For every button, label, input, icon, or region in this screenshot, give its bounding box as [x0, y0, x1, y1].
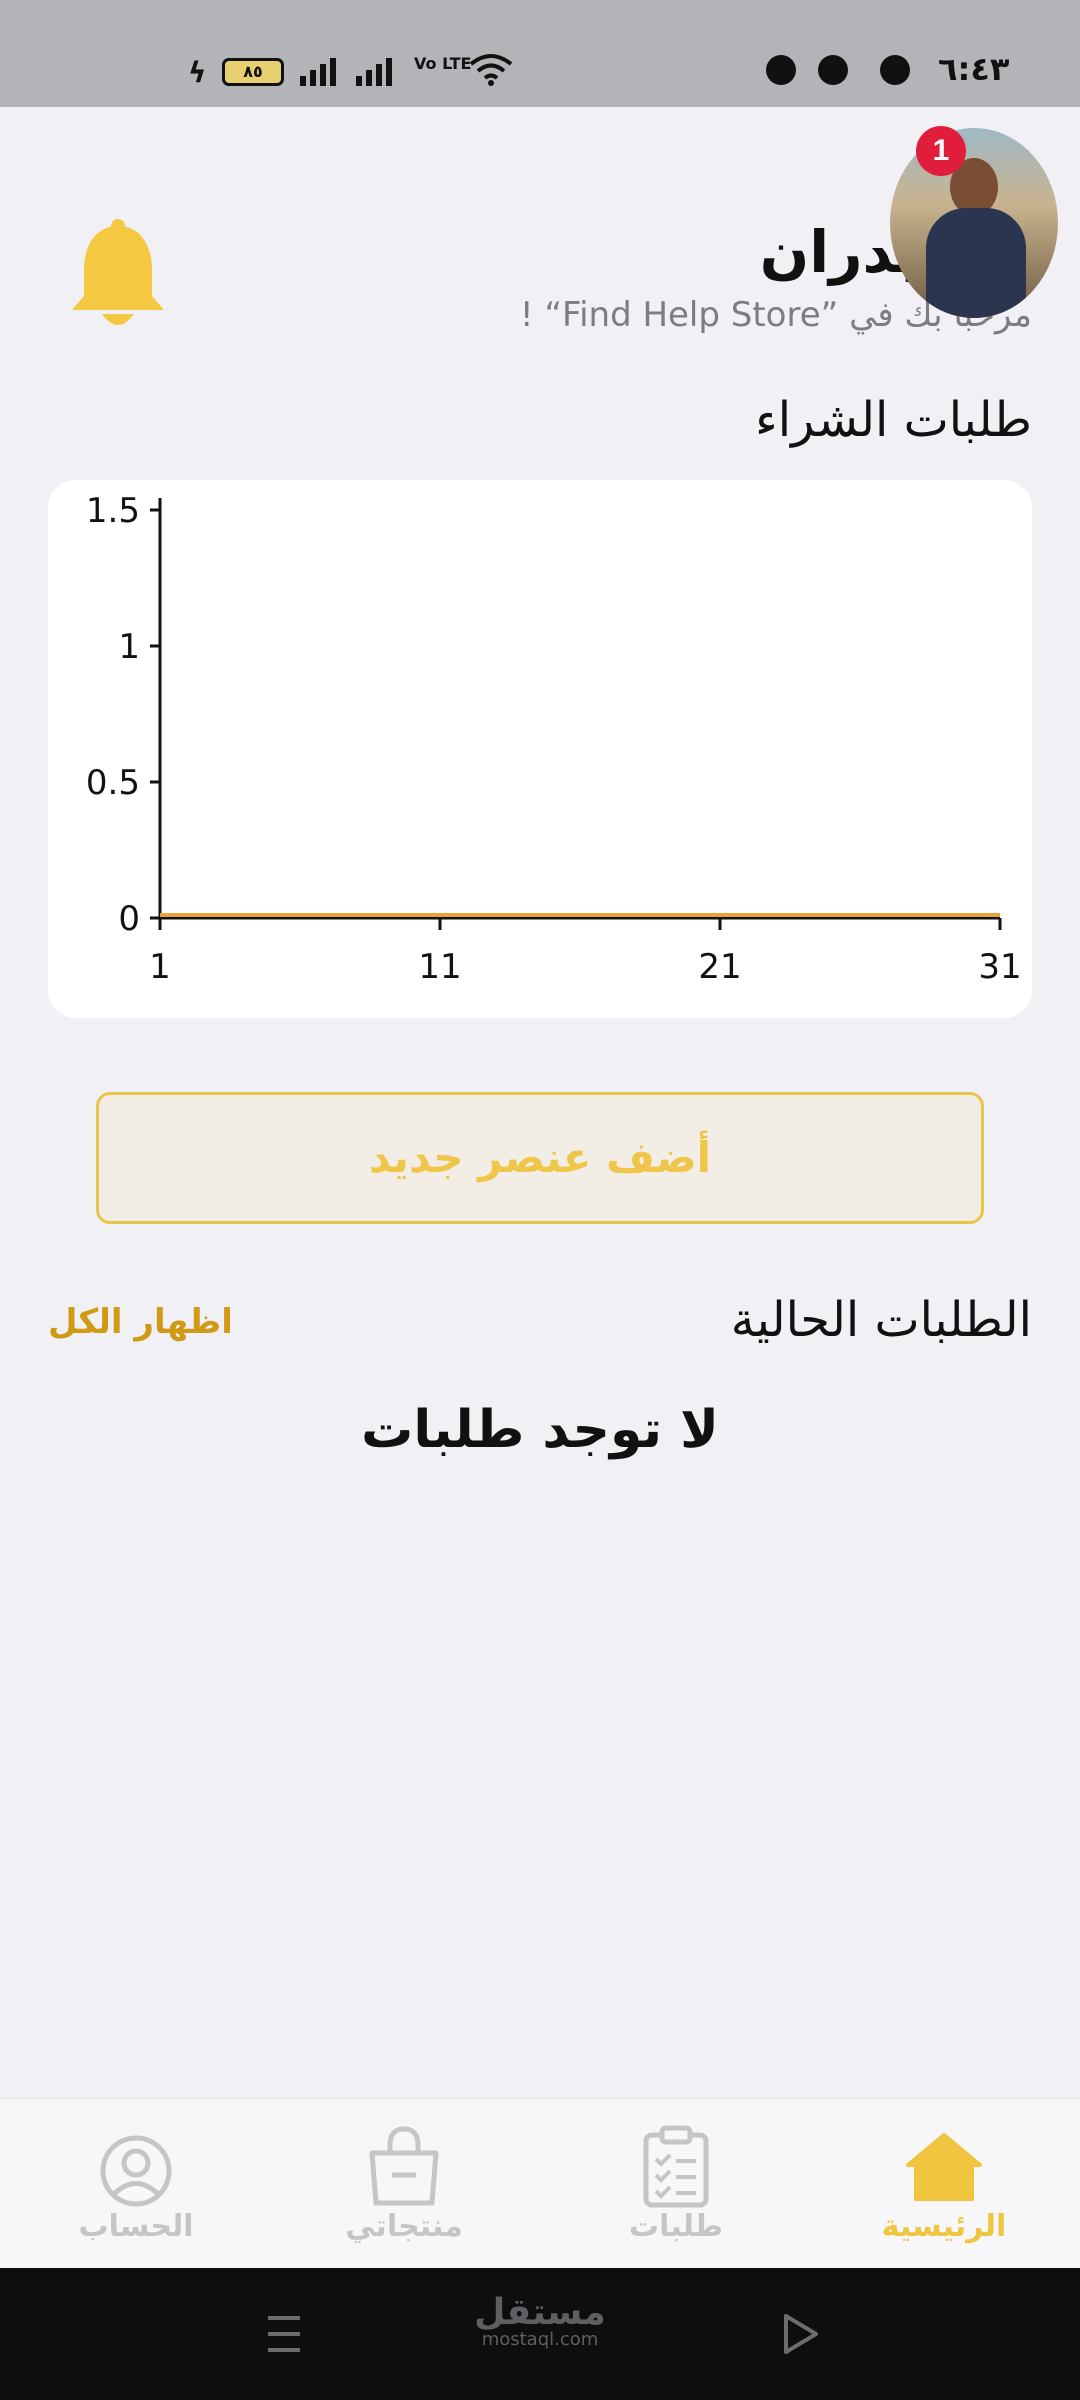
account-icon	[100, 2135, 172, 2207]
y-tick-label: 0	[118, 899, 140, 939]
back-icon[interactable]	[780, 2312, 820, 2356]
messenger-icon	[818, 55, 848, 85]
signal-icon	[356, 58, 392, 86]
bottom-nav: الرئيسية طلبات منتجاتي الحساب	[0, 2098, 1080, 2268]
clipboard-icon	[643, 2125, 709, 2208]
current-orders-title: الطلبات الحالية	[730, 1292, 1032, 1348]
avatar-photo	[890, 128, 1058, 318]
purchase-chart: 00.511.51 11 21 31	[86, 491, 1022, 987]
watermark-text: مستقل	[474, 2292, 606, 2333]
nav-home[interactable]: الرئيسية	[824, 2099, 1064, 2269]
add-new-item-button[interactable]: أضف عنصر جديد	[96, 1092, 984, 1224]
x-tick-label: 11	[418, 947, 461, 987]
nav-home-label: الرئيسية	[881, 2209, 1007, 2244]
y-tick-label: 1.5	[86, 491, 140, 531]
x-tick-label: 31	[978, 947, 1021, 987]
battery-icon: ٨٥	[222, 58, 284, 86]
notification-badge: 1	[916, 126, 966, 176]
mostaql-watermark: مستقل mostaql.com	[470, 2292, 610, 2350]
bell-icon[interactable]	[66, 218, 170, 334]
no-orders-text: لا توجد طلبات	[361, 1400, 719, 1460]
shopping-bag-icon	[369, 2126, 439, 2206]
watermark-subtext: mostaql.com	[481, 2329, 599, 2350]
wifi-icon	[469, 54, 513, 86]
purchase-chart-card: 0 0.5 1 1.5 1 11 21 31	[48, 480, 1032, 1018]
y-tick-label: 0.5	[86, 763, 140, 803]
status-bar: ٦:٤٣ Vo LTE ٨٥ ϟ	[0, 0, 1080, 107]
y-tick-label: 1	[118, 627, 140, 667]
recents-icon[interactable]	[264, 2312, 304, 2356]
messenger-icon	[766, 55, 796, 85]
nav-my-products-label: منتجاتي	[345, 2209, 463, 2244]
x-tick-label: 21	[698, 947, 741, 987]
snapchat-icon	[880, 55, 910, 85]
nav-my-products[interactable]: منتجاتي	[284, 2099, 524, 2269]
nav-account-label: الحساب	[78, 2209, 194, 2244]
nav-account[interactable]: الحساب	[16, 2099, 256, 2269]
home-icon	[906, 2133, 982, 2201]
charging-icon: ϟ	[188, 56, 207, 89]
purchase-requests-title: طلبات الشراء	[755, 392, 1032, 448]
signal-icon	[300, 58, 336, 86]
show-all-link[interactable]: اظهار الكل	[48, 1302, 233, 1342]
x-tick-label: 1	[149, 947, 171, 987]
nav-orders-label: طلبات	[628, 2209, 724, 2244]
status-time: ٦:٤٣	[938, 50, 1010, 88]
lte-indicator: Vo LTE	[414, 54, 472, 73]
system-nav-bar: مستقل mostaql.com	[0, 2268, 1080, 2400]
avatar[interactable]	[890, 128, 1058, 318]
nav-orders[interactable]: طلبات	[556, 2099, 796, 2269]
